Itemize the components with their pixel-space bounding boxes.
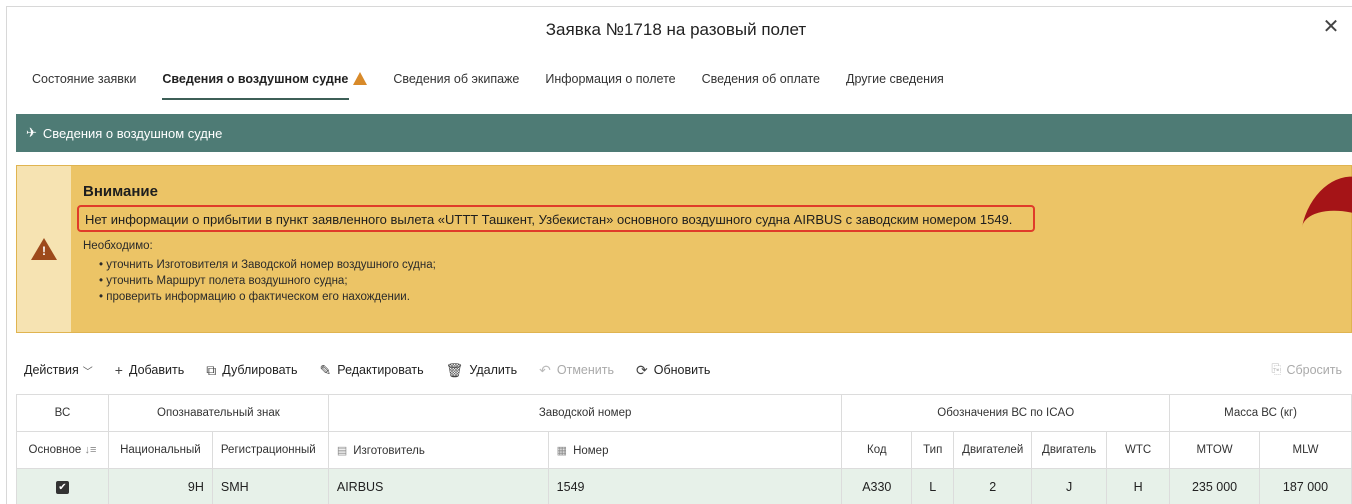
toolbar: Действия ﹀ + Добавить ⧉ Дублировать ✎ Редак… (24, 358, 1352, 382)
undo-icon: ↶ (539, 361, 551, 378)
tab-bar: Состояние заявки Сведения о воздушном су… (32, 72, 970, 102)
warning-icon: ! (31, 238, 57, 260)
column-header-engines[interactable]: Двигателей (953, 431, 1033, 469)
cell-manufacturer: AIRBUS (327, 468, 549, 504)
cell-mlw: 187 000 (1259, 468, 1352, 504)
refresh-button[interactable]: ⟳ Обновить (636, 362, 710, 379)
cell-national: 9H (107, 468, 213, 504)
checkbox-checked[interactable]: ✔ (55, 481, 69, 494)
column-header-manufacturer[interactable]: ▤ Изготовитель (327, 431, 549, 469)
tab-other[interactable]: Другие сведения (846, 72, 944, 100)
column-header-wtc[interactable]: WTC (1106, 431, 1171, 469)
copy-icon: ⧉ (206, 361, 217, 378)
tab-crew[interactable]: Сведения об экипаже (393, 72, 519, 100)
main-checkbox[interactable]: ✔ (16, 468, 109, 504)
cell-registration: SMH (211, 468, 329, 504)
reset-icon: ⎘ (1271, 362, 1282, 376)
actions-label: Действия (24, 363, 79, 377)
refresh-label: Обновить (653, 363, 711, 377)
delete-button[interactable]: 🗑 Удалить (446, 362, 518, 379)
tab-label: Сведения об оплате (701, 72, 820, 86)
alert-list: уточнить Изготовителя и Заводской номер … (99, 257, 436, 305)
tab-flight-info[interactable]: Информация о полете (545, 72, 675, 100)
section-title: Сведения о воздушном судне (42, 125, 223, 141)
alert-title: Внимание (83, 183, 158, 200)
cell-number: 1549 (547, 468, 843, 504)
list-item: уточнить Маршрут полета воздушного судна… (99, 273, 436, 289)
list-item: проверить информацию о фактическом его н… (99, 289, 436, 305)
column-header-national[interactable]: Национальный (107, 431, 213, 469)
chevron-down-icon: ﹀ (82, 366, 93, 378)
cancel-button[interactable]: ↶ Отменить (539, 362, 614, 379)
list-item: уточнить Изготовителя и Заводской номер … (99, 257, 436, 273)
sort-icon: ↓≡ (84, 444, 97, 456)
decorative-arc (1289, 167, 1352, 305)
tab-label: Состояние заявки (32, 72, 137, 86)
delete-label: Удалить (469, 363, 518, 377)
tab-aircraft[interactable]: Сведения о воздушном судне (162, 72, 368, 100)
edit-button[interactable]: ✎ Редактировать (320, 362, 424, 379)
alert-need-label: Необходимо: (83, 240, 153, 252)
cancel-label: Отменить (556, 363, 615, 377)
column-header-main[interactable]: Основное ↓≡ (16, 431, 109, 469)
add-label: Добавить (128, 363, 185, 377)
group-header-mass: Масса ВС (кг) (1169, 394, 1352, 432)
warning-alert: ! Внимание Нет информации о прибытии в п… (16, 165, 1352, 333)
add-button[interactable]: + Добавить (115, 362, 184, 378)
column-label: Изготовитель (353, 444, 425, 457)
column-header-mlw[interactable]: MLW (1259, 431, 1352, 469)
tab-label: Сведения о воздушном судне (162, 72, 349, 86)
edit-icon: ✎ (319, 361, 332, 378)
group-header-callsign: Опознавательный знак (107, 394, 329, 432)
duplicate-label: Дублировать (222, 363, 298, 377)
reset-label: Сбросить (1286, 362, 1342, 377)
cell-engines: 2 (953, 468, 1033, 504)
section-header: ✈ Сведения о воздушном судне (16, 114, 1352, 152)
cell-type: L (911, 468, 955, 504)
cell-code: A330 (841, 468, 913, 504)
grid-icon: ▦ (556, 444, 568, 457)
cell-wtc: H (1106, 468, 1171, 504)
tab-label: Информация о полете (545, 72, 676, 86)
cell-engine: J (1031, 468, 1108, 504)
plus-icon: + (114, 362, 123, 378)
warning-icon (353, 72, 368, 85)
column-header-registration[interactable]: Регистрационный (211, 431, 329, 469)
group-header-icao: Обозначения ВС по ICAO (841, 394, 1171, 432)
column-label: Основное (28, 444, 82, 456)
alert-message: Нет информации о прибытии в пункт заявле… (77, 205, 1035, 232)
column-header-code[interactable]: Код (841, 431, 913, 469)
duplicate-button[interactable]: ⧉ Дублировать (206, 362, 297, 379)
airplane-icon: ✈ (26, 125, 37, 140)
refresh-icon: ⟳ (636, 361, 648, 378)
tab-label: Сведения об экипаже (393, 72, 520, 86)
column-header-engine[interactable]: Двигатель (1031, 431, 1108, 469)
group-header-serial: Заводской номер (327, 394, 843, 432)
actions-dropdown[interactable]: Действия ﹀ (24, 363, 93, 378)
cell-mtow: 235 000 (1169, 468, 1261, 504)
column-label: Номер (573, 444, 609, 457)
column-header-type[interactable]: Тип (911, 431, 955, 469)
list-icon: ▤ (336, 444, 348, 457)
column-header-mtow[interactable]: MTOW (1169, 431, 1261, 469)
trash-icon: 🗑 (445, 361, 464, 378)
dialog-title: Заявка №1718 на разовый полет (545, 20, 807, 39)
tab-payment[interactable]: Сведения об оплате (702, 72, 820, 100)
alert-icon-column: ! (17, 166, 71, 332)
tab-label: Другие сведения (846, 72, 944, 86)
tab-status[interactable]: Состояние заявки (32, 72, 136, 100)
close-icon[interactable]: ✕ (1320, 16, 1342, 38)
group-header-vs: ВС (16, 394, 109, 432)
column-header-number[interactable]: ▦ Номер (547, 431, 843, 469)
edit-label: Редактировать (337, 363, 424, 377)
reset-button[interactable]: ⎘ Сбросить (1271, 362, 1342, 377)
table-row[interactable]: ✔ 9H SMH AIRBUS 1549 A330 L 2 J H 235 00… (16, 468, 1352, 504)
aircraft-table: ВС Опознавательный знак Заводской номер … (16, 394, 1352, 504)
